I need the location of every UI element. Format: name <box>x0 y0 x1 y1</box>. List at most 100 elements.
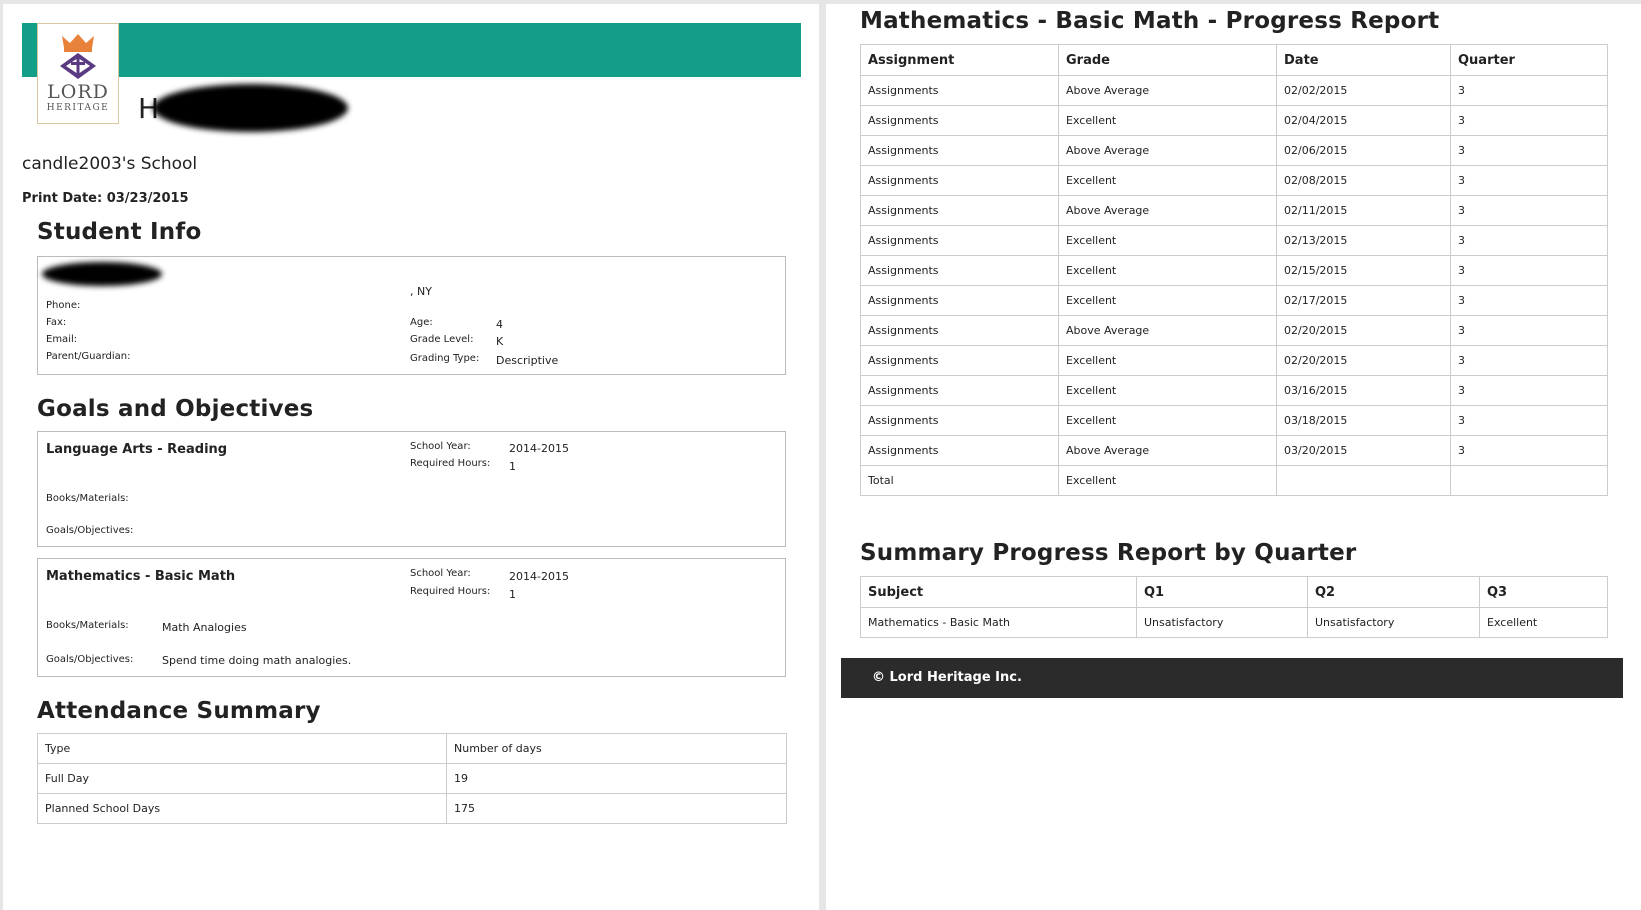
grade-level-value: K <box>496 335 504 348</box>
table-row: Assignments Excellent 02/04/2015 3 <box>860 105 1608 136</box>
logo-subtext: HERITAGE <box>46 103 110 113</box>
school-name: candle2003's School <box>22 154 198 174</box>
table-header-row: Assignment Grade Date Quarter <box>860 44 1608 76</box>
phone-label: Phone: <box>46 300 81 311</box>
table-cell: Unsatisfactory <box>1307 607 1480 638</box>
goal-box-mathematics: Mathematics - Basic Math School Year: 20… <box>37 558 786 677</box>
table-cell: Assignments <box>860 405 1059 436</box>
table-cell: Assignments <box>860 285 1059 316</box>
table-cell: 3 <box>1450 435 1608 466</box>
header-banner <box>22 23 801 77</box>
table-cell: Assignments <box>860 75 1059 106</box>
table-cell: 02/20/2015 <box>1276 345 1451 376</box>
goals-title: Goals and Objectives <box>37 396 314 422</box>
table-total-row: Total Excellent <box>860 465 1608 496</box>
lord-heritage-logo: LORD HERITAGE <box>37 23 119 124</box>
table-cell: Total <box>860 465 1059 496</box>
table-row: Assignments Above Average 02/06/2015 3 <box>860 135 1608 166</box>
redaction-mark <box>153 84 348 132</box>
table-cell <box>1450 465 1608 496</box>
table-row: Assignments Excellent 03/18/2015 3 <box>860 405 1608 436</box>
table-cell: Excellent <box>1058 105 1277 136</box>
progress-report-title: Mathematics - Basic Math - Progress Repo… <box>860 8 1440 34</box>
table-header-cell: Q2 <box>1307 576 1480 608</box>
grading-type-label: Grading Type: <box>410 353 480 364</box>
table-cell: Above Average <box>1058 135 1277 166</box>
summary-table: Subject Q1 Q2 Q3 Mathematics - Basic Mat… <box>860 576 1608 638</box>
table-cell: Assignments <box>860 195 1059 226</box>
table-row: Assignments Above Average 02/11/2015 3 <box>860 195 1608 226</box>
table-cell: 02/02/2015 <box>1276 75 1451 106</box>
table-header-cell: Type <box>37 733 447 764</box>
table-cell: 02/06/2015 <box>1276 135 1451 166</box>
crown-shield-icon <box>60 34 96 79</box>
table-cell: Above Average <box>1058 315 1277 346</box>
email-label: Email: <box>46 334 78 345</box>
required-hours-label: Required Hours: <box>410 586 491 597</box>
goal-subject: Mathematics - Basic Math <box>46 569 236 584</box>
report-page-left: LORD HERITAGE H candle2003's School Prin… <box>3 4 819 910</box>
table-row: Assignments Excellent 02/08/2015 3 <box>860 165 1608 196</box>
fax-label: Fax: <box>46 317 67 328</box>
table-cell: 3 <box>1450 345 1608 376</box>
table-header-cell: Quarter <box>1450 44 1608 76</box>
copyright-text: © Lord Heritage Inc. <box>872 670 1022 685</box>
table-row: Assignments Above Average 02/20/2015 3 <box>860 315 1608 346</box>
table-cell: 3 <box>1450 375 1608 406</box>
table-cell: Excellent <box>1058 165 1277 196</box>
table-cell: Assignments <box>860 105 1059 136</box>
age-value: 4 <box>496 318 503 331</box>
table-cell: 03/16/2015 <box>1276 375 1451 406</box>
table-cell: 02/13/2015 <box>1276 225 1451 256</box>
school-year-value: 2014-2015 <box>509 570 569 583</box>
table-cell: Excellent <box>1058 285 1277 316</box>
table-cell: 3 <box>1450 285 1608 316</box>
books-materials-label: Books/Materials: <box>46 620 129 631</box>
grade-level-label: Grade Level: <box>410 334 474 345</box>
table-header-cell: Subject <box>860 576 1137 608</box>
goals-objectives-label: Goals/Objectives: <box>46 525 134 536</box>
required-hours-value: 1 <box>509 460 516 473</box>
table-cell: Mathematics - Basic Math <box>860 607 1137 638</box>
table-cell: 3 <box>1450 225 1608 256</box>
table-cell: Full Day <box>37 763 447 794</box>
table-header-row: Type Number of days <box>37 733 787 764</box>
table-row: Assignments Above Average 03/20/2015 3 <box>860 435 1608 466</box>
table-cell: 19 <box>446 763 787 794</box>
table-row: Assignments Above Average 02/02/2015 3 <box>860 75 1608 106</box>
table-cell: Assignments <box>860 345 1059 376</box>
attendance-table: Type Number of days Full Day 19 Planned … <box>37 733 787 824</box>
table-row: Assignments Excellent 02/17/2015 3 <box>860 285 1608 316</box>
table-cell: Excellent <box>1479 607 1608 638</box>
table-cell: Above Average <box>1058 75 1277 106</box>
table-cell: Unsatisfactory <box>1136 607 1308 638</box>
table-row: Assignments Excellent 02/20/2015 3 <box>860 345 1608 376</box>
table-row: Mathematics - Basic Math Unsatisfactory … <box>860 607 1608 638</box>
table-header-cell: Q1 <box>1136 576 1308 608</box>
table-header-row: Subject Q1 Q2 Q3 <box>860 576 1608 608</box>
table-header-cell: Date <box>1276 44 1451 76</box>
table-cell <box>1276 465 1451 496</box>
table-cell: 3 <box>1450 135 1608 166</box>
goal-box-language-arts: Language Arts - Reading School Year: 201… <box>37 431 786 547</box>
school-year-value: 2014-2015 <box>509 442 569 455</box>
table-cell: 02/08/2015 <box>1276 165 1451 196</box>
table-row: Full Day 19 <box>37 763 787 794</box>
books-materials-value: Math Analogies <box>162 621 247 634</box>
table-cell: Excellent <box>1058 255 1277 286</box>
print-date-label: Print Date: <box>22 191 103 206</box>
table-cell: 02/11/2015 <box>1276 195 1451 226</box>
parent-guardian-label: Parent/Guardian: <box>46 351 131 362</box>
attendance-title: Attendance Summary <box>37 698 321 724</box>
table-cell: 3 <box>1450 105 1608 136</box>
table-cell: Assignments <box>860 255 1059 286</box>
table-cell: 3 <box>1450 75 1608 106</box>
table-cell: Excellent <box>1058 345 1277 376</box>
table-cell: Excellent <box>1058 405 1277 436</box>
table-row: Assignments Excellent 02/15/2015 3 <box>860 255 1608 286</box>
books-materials-label: Books/Materials: <box>46 493 129 504</box>
table-cell: Excellent <box>1058 465 1277 496</box>
table-cell: Assignments <box>860 165 1059 196</box>
age-label: Age: <box>410 317 433 328</box>
table-cell: Assignments <box>860 375 1059 406</box>
